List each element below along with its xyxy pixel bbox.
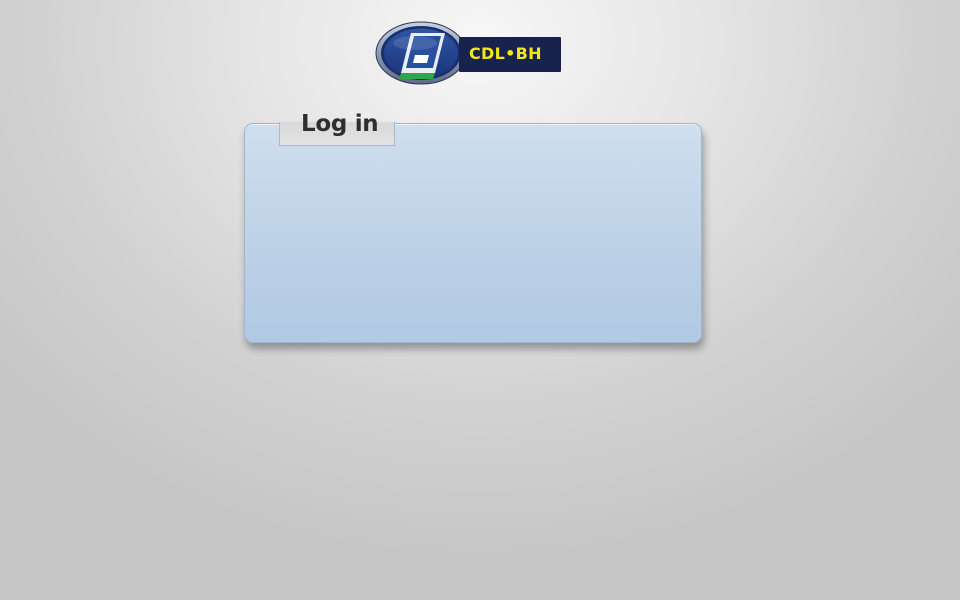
login-panel: [244, 123, 702, 343]
logo-emblem-icon: [375, 21, 467, 85]
logo-text: CDL•BH: [469, 44, 542, 63]
login-title: Log in: [301, 111, 379, 137]
cdl-bh-logo: CDL•BH: [375, 21, 562, 85]
